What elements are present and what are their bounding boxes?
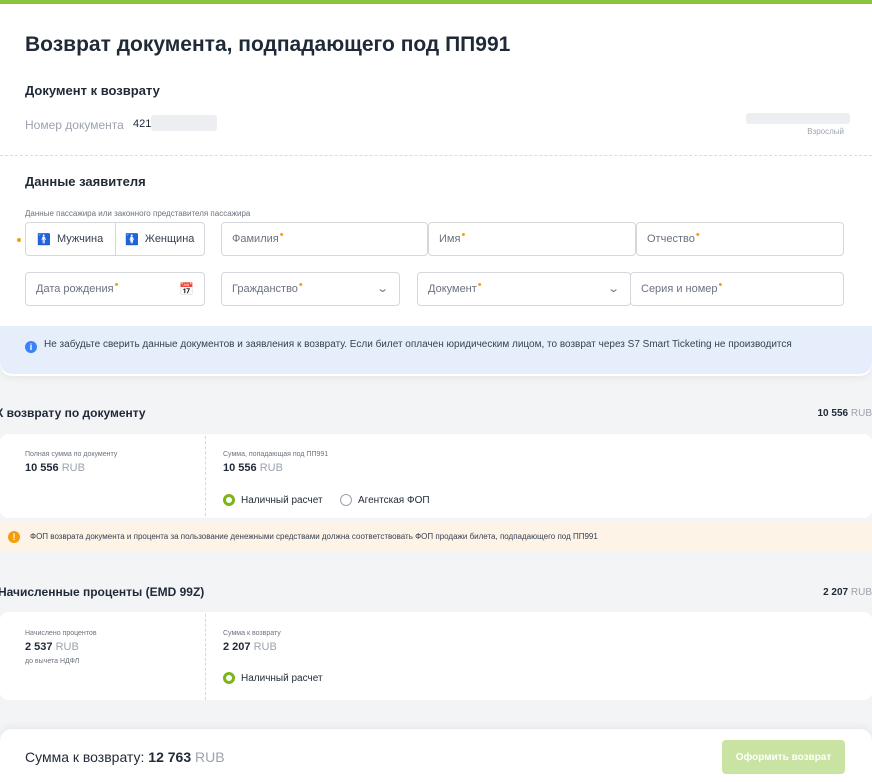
accrued-interest-currency: RUB [55,641,79,653]
interest-refund-label: Сумма к возврату [223,630,281,637]
birth-date-field[interactable]: Дата рождения• 📅 [25,272,205,306]
patronymic-field[interactable]: Отчество• [636,222,844,256]
radio-unselected-icon [340,494,352,506]
chevron-down-icon: ⌄ [606,283,620,295]
accrued-interest-value: 2 537 RUB [25,641,79,653]
last-name-placeholder: Фамилия [232,233,279,245]
radio-cash-label: Наличный расчет [241,494,323,506]
refund-amount-currency: RUB [850,408,872,419]
interest-refund-value: 2 207 RUB [223,641,277,653]
pp991-sum-value: 10 556 RUB [223,462,283,474]
interest-section-title: Начисленные проценты (EMD 99Z) [0,585,205,599]
pp991-sum-currency: RUB [259,462,283,474]
gender-toggle: 🚹 Мужчина 🚺 Женщина [25,222,205,256]
total-refund-currency: RUB [195,749,225,765]
female-icon: 🚺 [125,233,139,246]
document-number-label: Номер документа [25,118,124,132]
chevron-down-icon: ⌄ [375,283,389,295]
series-number-field[interactable]: Серия и номер• [630,272,844,306]
refund-amount-value: 10 556 [817,408,849,419]
required-star: • [461,229,466,241]
male-icon: 🚹 [37,233,51,246]
document-number-value: 421 [133,118,152,130]
required-indicator [17,238,21,242]
full-sum-label: Полная сумма по документу [25,451,118,458]
document-section-title: Документ к возврату [25,83,160,98]
first-name-field[interactable]: Имя• [428,222,636,256]
applicant-card [0,4,872,376]
birth-date-placeholder: Дата рождения [36,283,114,295]
required-star: • [279,229,284,241]
interest-amount-currency: RUB [850,587,872,598]
accrued-interest-amount: 2 537 [25,641,53,653]
pp991-sum-label: Сумма, попадающая под ПП991 [223,451,329,458]
submit-refund-button[interactable]: Оформить возврат [722,740,845,774]
interest-section-amount: 2 207 RUB [823,587,872,598]
radio-cash-refund[interactable]: Наличный расчет [223,494,323,506]
full-sum-currency: RUB [61,462,85,474]
citizenship-placeholder: Гражданство [232,283,298,295]
page-title: Возврат документа, подпадающего под ПП99… [25,33,511,56]
total-refund: Сумма к возврату: 12 763 RUB [25,749,225,765]
total-refund-label: Сумма к возврату: [25,749,145,765]
refund-panel [0,434,872,518]
radio-agency-fop[interactable]: Агентская ФОП [340,494,430,506]
redacted-passenger-name [746,113,850,124]
warning-icon: ! [8,531,20,543]
interest-refund-amount: 2 207 [223,641,251,653]
passenger-type: Взрослый [807,127,844,136]
refund-panel-divider [205,436,206,516]
info-icon: i [25,341,37,353]
info-notice-text: Не забудьте сверить данные документов и … [44,339,792,350]
gender-male-button[interactable]: 🚹 Мужчина [26,223,115,255]
required-star: • [114,279,119,291]
first-name-placeholder: Имя [439,233,461,245]
accrued-interest-label: Начислено процентов [25,630,97,637]
interest-panel-divider [205,614,206,700]
interest-amount-value: 2 207 [823,587,849,598]
pp991-sum-amount: 10 556 [223,462,257,474]
gender-female-label: Женщина [144,233,195,245]
refund-section-title: К возврату по документу [0,406,146,420]
redacted-document-number [151,115,217,131]
total-refund-value: 12 763 [148,749,192,765]
last-name-field[interactable]: Фамилия• [221,222,428,256]
applicant-subtitle: Данные пассажира или законного представи… [25,209,251,218]
patronymic-placeholder: Отчество [647,233,695,245]
full-sum-amount: 10 556 [25,462,59,474]
full-sum-value: 10 556 RUB [25,462,85,474]
calendar-icon[interactable]: 📅 [179,282,194,296]
refund-section-amount: 10 556 RUB [818,408,872,419]
radio-interest-cash[interactable]: Наличный расчет [223,672,323,684]
info-notice [0,326,872,374]
before-tax-note: до вычета НДФЛ [25,658,80,665]
document-type-placeholder: Документ [428,283,477,295]
radio-agency-label: Агентская ФОП [358,494,430,506]
radio-selected-icon [223,672,235,684]
required-star: • [718,279,723,291]
gender-male-label: Мужчина [56,233,104,245]
citizenship-select[interactable]: Гражданство• ⌄ [221,272,400,306]
gender-female-button[interactable]: 🚺 Женщина [114,223,205,255]
section-divider [0,155,872,156]
interest-refund-currency: RUB [253,641,277,653]
document-type-select[interactable]: Документ• ⌄ [417,272,631,306]
required-star: • [298,279,303,291]
radio-interest-cash-label: Наличный расчет [241,672,323,684]
required-star: • [477,279,482,291]
radio-selected-icon [223,494,235,506]
applicant-section-title: Данные заявителя [25,174,146,189]
series-number-placeholder: Серия и номер [641,283,718,295]
interest-panel [0,612,872,700]
fop-warning-text: ФОП возврата документа и процента за пол… [30,532,598,541]
required-star: • [695,229,700,241]
